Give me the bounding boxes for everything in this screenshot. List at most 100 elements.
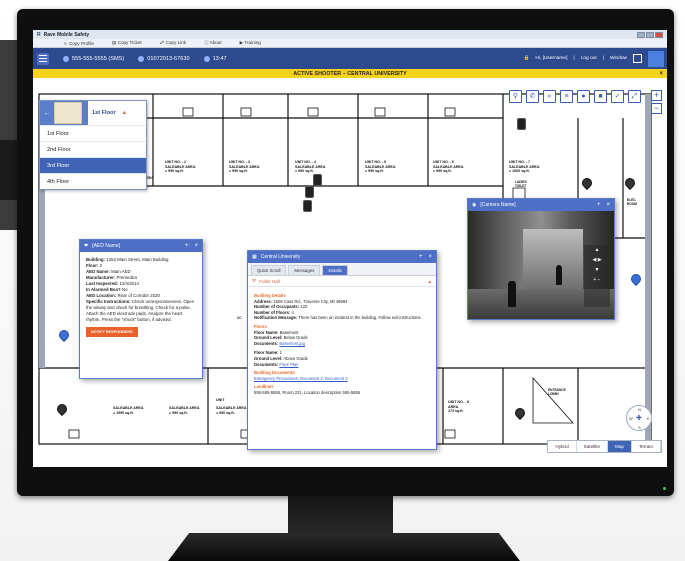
map-type-terrain[interactable]: Terrain <box>632 441 661 452</box>
map-toolbar: ⚲ ✆ « ≡ ● ■ ✓ ⤢ <box>509 90 641 103</box>
menu-copy-link[interactable]: ☍ Copy Link <box>160 40 186 46</box>
field-key: Floor: <box>86 263 99 268</box>
user-greeting: Hi, [Username] <box>535 56 568 61</box>
minimize-button[interactable] <box>637 31 645 38</box>
zoom-in-button[interactable]: + <box>651 90 662 101</box>
pan-leftright-icon[interactable]: ◀ ▶ <box>584 255 610 265</box>
camera-pin-icon[interactable] <box>313 174 322 186</box>
camera-pin-blue-icon[interactable] <box>628 271 644 288</box>
close-icon[interactable]: × <box>428 254 432 260</box>
map-type-satellite[interactable]: Satellite <box>577 441 609 452</box>
zoom-out-button[interactable]: − <box>651 103 662 114</box>
close-window-button[interactable] <box>655 31 663 38</box>
aed-title: [AED Name] <box>92 243 120 249</box>
phone-text: 555-555-5555 (SMS) <box>72 55 125 62</box>
unit-area: SALEABLE AREA <box>216 406 247 410</box>
camera-pin-icon[interactable] <box>305 186 314 198</box>
field-value: Above Grade <box>283 355 309 361</box>
central-title: Central University <box>260 254 301 260</box>
compass-control[interactable]: N S E W ✚ <box>626 405 652 431</box>
field-value: Below Grade <box>283 335 308 341</box>
user-avatar[interactable] <box>648 50 664 67</box>
layers-icon[interactable]: ≡ <box>560 90 573 103</box>
tag-icon <box>138 55 145 62</box>
zoom-plusminus-icon[interactable]: + − <box>584 275 610 285</box>
tab-messages[interactable]: Messages <box>288 265 321 275</box>
tab-quick-scroll[interactable]: Quick Scroll <box>251 265 287 275</box>
floorplan-map[interactable]: UNIT NO. - 2 SALEABLE AREA = 990 sq.ft. UN… <box>33 78 667 467</box>
field-key: Address: <box>254 298 273 304</box>
pan-down-icon[interactable]: ▼ <box>584 265 610 275</box>
bottom-unit-8-label: UNIT NO. - 8 AREA 273 sq.ft. <box>448 400 469 414</box>
field-key: Building: <box>86 257 106 262</box>
menu-copy-ticket[interactable]: ▤ Copy Ticket <box>112 40 142 46</box>
landline-line: 555-555-5555, Room 221, Location descrip… <box>254 389 361 395</box>
field-key: Floor Name: <box>254 329 279 335</box>
pan-up-icon[interactable]: ▲ <box>584 245 610 255</box>
selected-floor[interactable]: 1st Floor ▲ <box>88 101 146 125</box>
field-key: Ground Level: <box>254 335 283 341</box>
maximize-button[interactable] <box>646 31 654 38</box>
phone-icon[interactable]: ✆ <box>526 90 539 103</box>
stop-icon[interactable]: ■ <box>594 90 607 103</box>
logout-link[interactable]: Log out <box>581 56 597 61</box>
floor-option-4[interactable]: 4th Floor <box>40 173 146 189</box>
expand-icon[interactable]: + <box>185 243 189 249</box>
alert-close-button[interactable]: × <box>659 71 663 77</box>
location-pin-icon[interactable] <box>512 405 528 422</box>
zoom-controls: + − <box>651 90 662 114</box>
map-type-hybrid[interactable]: Hybrid <box>548 441 577 452</box>
fullscreen-icon[interactable]: ⤢ <box>628 90 641 103</box>
location-pin-icon[interactable] <box>622 175 638 192</box>
power-led <box>663 487 666 490</box>
camera-feed[interactable]: ▲ ◀ ▶ ▼ + − <box>468 211 614 319</box>
case-number[interactable]: 01072013-67630 <box>138 55 190 62</box>
window-toggle[interactable] <box>633 54 642 63</box>
expand-icon[interactable]: + <box>419 254 423 260</box>
menu-training[interactable]: ▶ Training <box>240 40 261 46</box>
location-pin-icon[interactable] <box>579 175 595 192</box>
rewind-icon[interactable]: « <box>543 90 556 103</box>
window-label: Window <box>609 56 627 61</box>
aed-details: Building: 1252 Main Street, Main Buildin… <box>80 252 202 342</box>
map-type-map[interactable]: Map <box>608 441 632 452</box>
central-tabs: Quick Scroll Messages Details <box>248 263 436 276</box>
document-link[interactable]: Floor Plan <box>279 362 298 367</box>
hallway-image <box>523 229 583 291</box>
building-documents-link[interactable]: Emergency Procedures, Document 2, Docume… <box>254 376 348 381</box>
location-pin-icon[interactable] <box>54 401 70 418</box>
menu-copy-profile[interactable]: ☺ Copy Profile <box>63 41 94 46</box>
call-timer: 13:47 <box>203 55 227 62</box>
search-icon[interactable]: ⚲ <box>509 90 522 103</box>
notify-responders-button[interactable]: NOTIFY RESPONDERS <box>86 327 138 337</box>
floor-selector-header[interactable]: ← 1st Floor ▲ <box>40 101 146 125</box>
camera-pin-icon[interactable] <box>303 200 312 212</box>
field-key: Manufacturer: <box>86 275 116 280</box>
floor-option-2[interactable]: 2nd Floor <box>40 141 146 157</box>
menu-about[interactable]: ⓘ About <box>204 40 222 46</box>
expand-icon[interactable]: + <box>597 202 601 208</box>
record-icon[interactable]: ● <box>577 90 590 103</box>
camera-pin-icon[interactable] <box>517 118 526 130</box>
floor-option-1[interactable]: 1st Floor <box>40 125 146 141</box>
field-key: AED Name: <box>86 269 110 274</box>
bottom-unit-1-label: SALEABLE AREA = 1590 sq.ft. <box>113 406 143 415</box>
document-link[interactable]: Basement.jpg <box>279 341 305 346</box>
camera-ptz-controls[interactable]: ▲ ◀ ▶ ▼ + − <box>584 245 610 307</box>
tab-details[interactable]: Details <box>322 265 348 275</box>
hamburger-menu-icon[interactable] <box>37 52 49 65</box>
field-key: Last Inspected: <box>86 281 119 286</box>
phone-number[interactable]: 555-555-5555 (SMS) <box>63 55 125 62</box>
floor-option-3[interactable]: 3rd Floor <box>40 157 146 173</box>
menu-label: Copy Link <box>165 40 186 45</box>
close-icon[interactable]: × <box>194 243 198 249</box>
partial-area-label: REA <box>146 176 154 180</box>
draw-icon[interactable]: ✓ <box>611 90 624 103</box>
unit-area: SALEABLE AREA <box>113 406 144 410</box>
field-value: Basement <box>279 329 299 335</box>
aed-popup: ❤ [AED Name] + × Building: 1252 Main Stre… <box>79 239 203 379</box>
hall-header[interactable]: ⚒ Fuller Hall ▲ <box>248 276 436 287</box>
close-icon[interactable]: × <box>606 202 610 208</box>
back-arrow-icon[interactable]: ← <box>40 110 54 117</box>
aed-pin-icon[interactable] <box>56 327 72 344</box>
